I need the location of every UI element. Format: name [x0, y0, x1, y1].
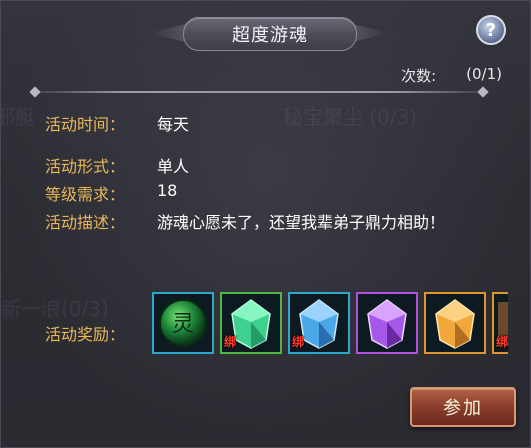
header-divider [29, 86, 489, 98]
level-label: 等级需求： [45, 185, 126, 204]
purple-crystal-icon [367, 299, 407, 349]
reward-slot[interactable]: 灵 [152, 292, 214, 354]
reward-slot[interactable]: 绑 [288, 292, 350, 354]
question-mark-icon: ? [485, 19, 497, 41]
attempts-label: 次数: [401, 67, 437, 85]
reward-slot[interactable]: 绑 [492, 292, 508, 354]
spirit-orb-icon: 灵 [159, 299, 207, 347]
orange-crystal-icon [435, 299, 475, 349]
activity-dialog: 邪艇 秘宝聚尘 (0/3) 新一浪(0/3) 超度游魂 ? 次数: (0/1) … [0, 0, 531, 448]
description-value: 游魂心愿未了，还望我辈弟子鼎力相助！ [157, 213, 446, 232]
bound-tag: 绑 [292, 335, 305, 349]
join-button[interactable]: 参加 [410, 387, 516, 427]
background-ghost-text: 秘宝聚尘 (0/3) [283, 105, 418, 129]
divider-diamond-icon [477, 86, 489, 98]
reward-label: 活动奖励： [45, 325, 126, 344]
bound-tag: 绑 [496, 335, 508, 349]
reward-slot[interactable] [356, 292, 418, 354]
attempts-value: (0/1) [466, 65, 502, 83]
time-label: 活动时间： [45, 115, 126, 134]
time-value: 每天 [157, 115, 190, 134]
title-bar: 超度游魂 [149, 15, 389, 51]
background-ghost-text: 新一浪(0/3) [1, 297, 109, 321]
reward-slot[interactable]: 绑 [220, 292, 282, 354]
attempts-counter: 次数: (0/1) [401, 65, 502, 86]
description-label: 活动描述： [45, 213, 126, 232]
dialog-title: 超度游魂 [232, 25, 308, 46]
reward-list: 灵 绑 绑 绑 [152, 292, 508, 358]
form-label: 活动形式： [45, 157, 126, 176]
background-ghost-text: 邪艇 [1, 105, 35, 129]
form-value: 单人 [157, 157, 190, 176]
help-button[interactable]: ? [476, 15, 506, 45]
title-plate: 超度游魂 [183, 17, 357, 51]
level-value: 18 [157, 181, 178, 200]
bound-tag: 绑 [224, 335, 237, 349]
divider-diamond-icon [29, 86, 41, 98]
spirit-glyph: 灵 [172, 312, 194, 337]
reward-slot[interactable] [424, 292, 486, 354]
